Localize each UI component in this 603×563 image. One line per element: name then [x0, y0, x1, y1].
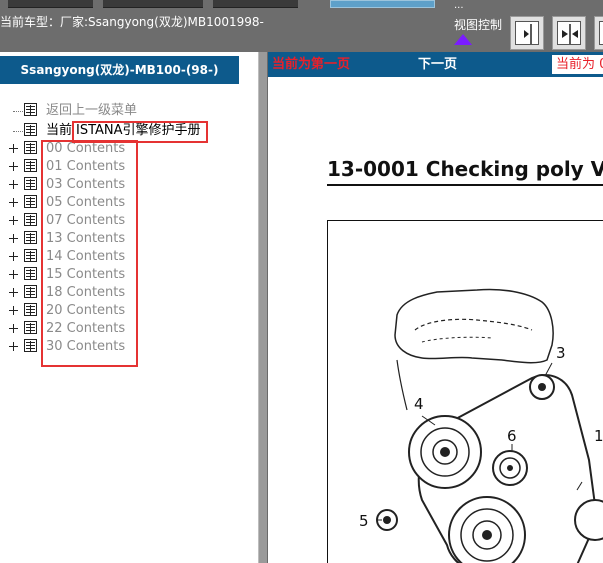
expand-plus-icon[interactable]: [9, 198, 18, 207]
document-icon: [24, 103, 37, 116]
view-control-arrow-icon[interactable]: [454, 34, 472, 45]
top-toolbar: 当前车型：厂家:Ssangyong(双龙)MB1001998- ... 视图控制: [0, 0, 603, 52]
folder-book-icon: [24, 267, 37, 280]
expand-plus-icon[interactable]: [9, 216, 18, 225]
folder-book-icon: [24, 285, 37, 298]
top-tab-1[interactable]: [8, 0, 93, 8]
figure-callout-1: 1: [594, 427, 603, 445]
view-dots[interactable]: ...: [454, 0, 464, 11]
tree-connector: [13, 111, 23, 112]
expand-plus-icon[interactable]: [9, 252, 18, 261]
folder-book-icon: [24, 231, 37, 244]
folder-book-icon: [24, 213, 37, 226]
folder-book-icon: [24, 141, 37, 154]
folder-book-icon: [24, 321, 37, 334]
doc-title: 13-0001 Checking poly V-b: [327, 157, 603, 181]
current-page-label: 当前为第一页: [272, 57, 351, 72]
figure-callout-5: 5: [359, 512, 369, 530]
folder-book-icon: [24, 159, 37, 172]
expand-plus-icon[interactable]: [9, 288, 18, 297]
expand-plus-icon[interactable]: [9, 270, 18, 279]
expand-plus-icon[interactable]: [9, 180, 18, 189]
figure-frame: 3 4 6 1 5: [327, 220, 603, 563]
next-page-link[interactable]: 下一页: [418, 52, 457, 77]
current-prefix-label: 当前: [46, 123, 73, 138]
expand-plus-icon[interactable]: [9, 342, 18, 351]
highlight-contents-list: [41, 140, 138, 367]
figure-callout-6: 6: [507, 427, 517, 445]
folder-book-icon: [24, 195, 37, 208]
folder-book-icon: [24, 303, 37, 316]
expand-plus-icon[interactable]: [9, 324, 18, 333]
folder-book-icon: [24, 177, 37, 190]
left-panel-header: Ssangyong(双龙)-MB100-(98-): [0, 56, 239, 84]
folder-book-icon: [24, 249, 37, 262]
view-full-pane-button[interactable]: [594, 16, 603, 50]
top-tab-2[interactable]: [103, 0, 203, 8]
split-pane-icon: [557, 21, 581, 45]
view-control-label: 视图控制: [454, 18, 503, 32]
document-icon: [24, 123, 37, 136]
title-underline: [327, 184, 603, 186]
pane-splitter[interactable]: [258, 52, 268, 563]
car-model-text: 当前车型：厂家:Ssangyong(双龙)MB1001998-: [0, 15, 264, 29]
right-panel-header: 当前为第一页 下一页 当前为 0: [268, 52, 603, 77]
document-page: 13-0001 Checking poly V-b 3 4 6 1 5: [268, 77, 603, 563]
figure-callout-4: 4: [414, 395, 424, 413]
view-single-pane-button[interactable]: [510, 16, 544, 50]
top-tab-active[interactable]: [330, 0, 435, 8]
current-of-label: 当前为 0: [552, 55, 603, 74]
expand-plus-icon[interactable]: [9, 234, 18, 243]
back-item-label[interactable]: 返回上一级菜单: [46, 102, 137, 120]
folder-book-icon: [24, 339, 37, 352]
figure-callout-3: 3: [556, 344, 566, 362]
view-split-pane-button[interactable]: [552, 16, 586, 50]
full-pane-icon: [599, 21, 603, 45]
expand-plus-icon[interactable]: [9, 162, 18, 171]
expand-plus-icon[interactable]: [9, 306, 18, 315]
single-pane-icon: [515, 21, 539, 45]
tree-connector: [13, 131, 23, 132]
top-tab-3[interactable]: [213, 0, 298, 8]
expand-plus-icon[interactable]: [9, 144, 18, 153]
